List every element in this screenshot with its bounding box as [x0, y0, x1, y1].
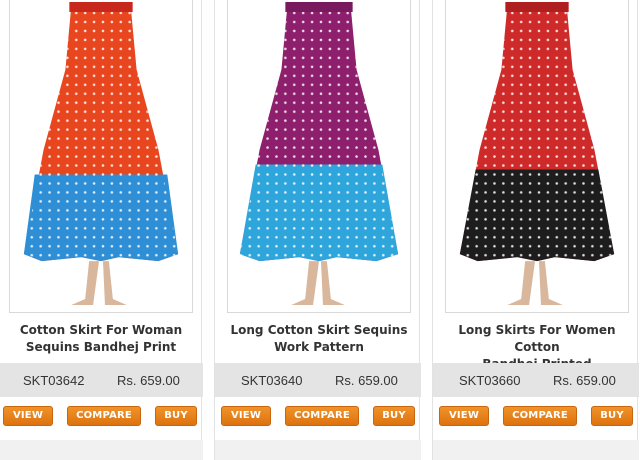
product-card: Long Cotton Skirt Sequins Work Pattern S…	[214, 0, 421, 460]
view-button[interactable]: VIEW	[221, 406, 271, 426]
compare-button[interactable]: COMPARE	[503, 406, 577, 426]
product-image[interactable]	[227, 0, 411, 313]
view-button[interactable]: VIEW	[3, 406, 53, 426]
card-footer	[433, 440, 639, 460]
product-sku: SKT03642	[23, 373, 85, 388]
product-title-line[interactable]: Cotton Skirt For Woman	[5, 322, 197, 339]
compare-button[interactable]: COMPARE	[67, 406, 141, 426]
product-title-line[interactable]: Sequins Bandhej Print	[5, 339, 197, 356]
price-bar: SKT03642 Rs. 659.00	[0, 363, 203, 397]
view-button[interactable]: VIEW	[439, 406, 489, 426]
product-title[interactable]: Cotton Skirt For Woman Sequins Bandhej P…	[5, 322, 197, 356]
product-card: Cotton Skirt For Woman Sequins Bandhej P…	[0, 0, 203, 460]
product-image[interactable]	[9, 0, 193, 313]
product-image[interactable]	[445, 0, 629, 313]
orange-blue-bandhej-skirt-image	[23, 1, 179, 306]
red-black-bandhej-skirt-image	[459, 1, 615, 306]
price-bar: SKT03660 Rs. 659.00	[433, 363, 639, 397]
card-footer	[0, 440, 203, 460]
product-title-line[interactable]: Long Skirts For Women Cotton	[441, 322, 633, 356]
price-bar: SKT03640 Rs. 659.00	[215, 363, 421, 397]
product-sku: SKT03640	[241, 373, 303, 388]
product-grid: Cotton Skirt For Woman Sequins Bandhej P…	[0, 0, 640, 460]
compare-button[interactable]: COMPARE	[285, 406, 359, 426]
product-title-line[interactable]: Long Cotton Skirt Sequins	[223, 322, 415, 339]
product-title-line[interactable]: Work Pattern	[223, 339, 415, 356]
buy-button[interactable]: BUY	[373, 406, 415, 426]
product-price: Rs. 659.00	[553, 373, 616, 388]
product-card: Long Skirts For Women Cotton Bandhej Pri…	[432, 0, 639, 460]
purple-blue-bandhej-skirt-image	[239, 1, 399, 306]
product-price: Rs. 659.00	[335, 373, 398, 388]
product-title[interactable]: Long Cotton Skirt Sequins Work Pattern	[223, 322, 415, 356]
buy-button[interactable]: BUY	[591, 406, 633, 426]
product-price: Rs. 659.00	[117, 373, 180, 388]
buy-button[interactable]: BUY	[155, 406, 197, 426]
card-footer	[215, 440, 421, 460]
product-sku: SKT03660	[459, 373, 521, 388]
